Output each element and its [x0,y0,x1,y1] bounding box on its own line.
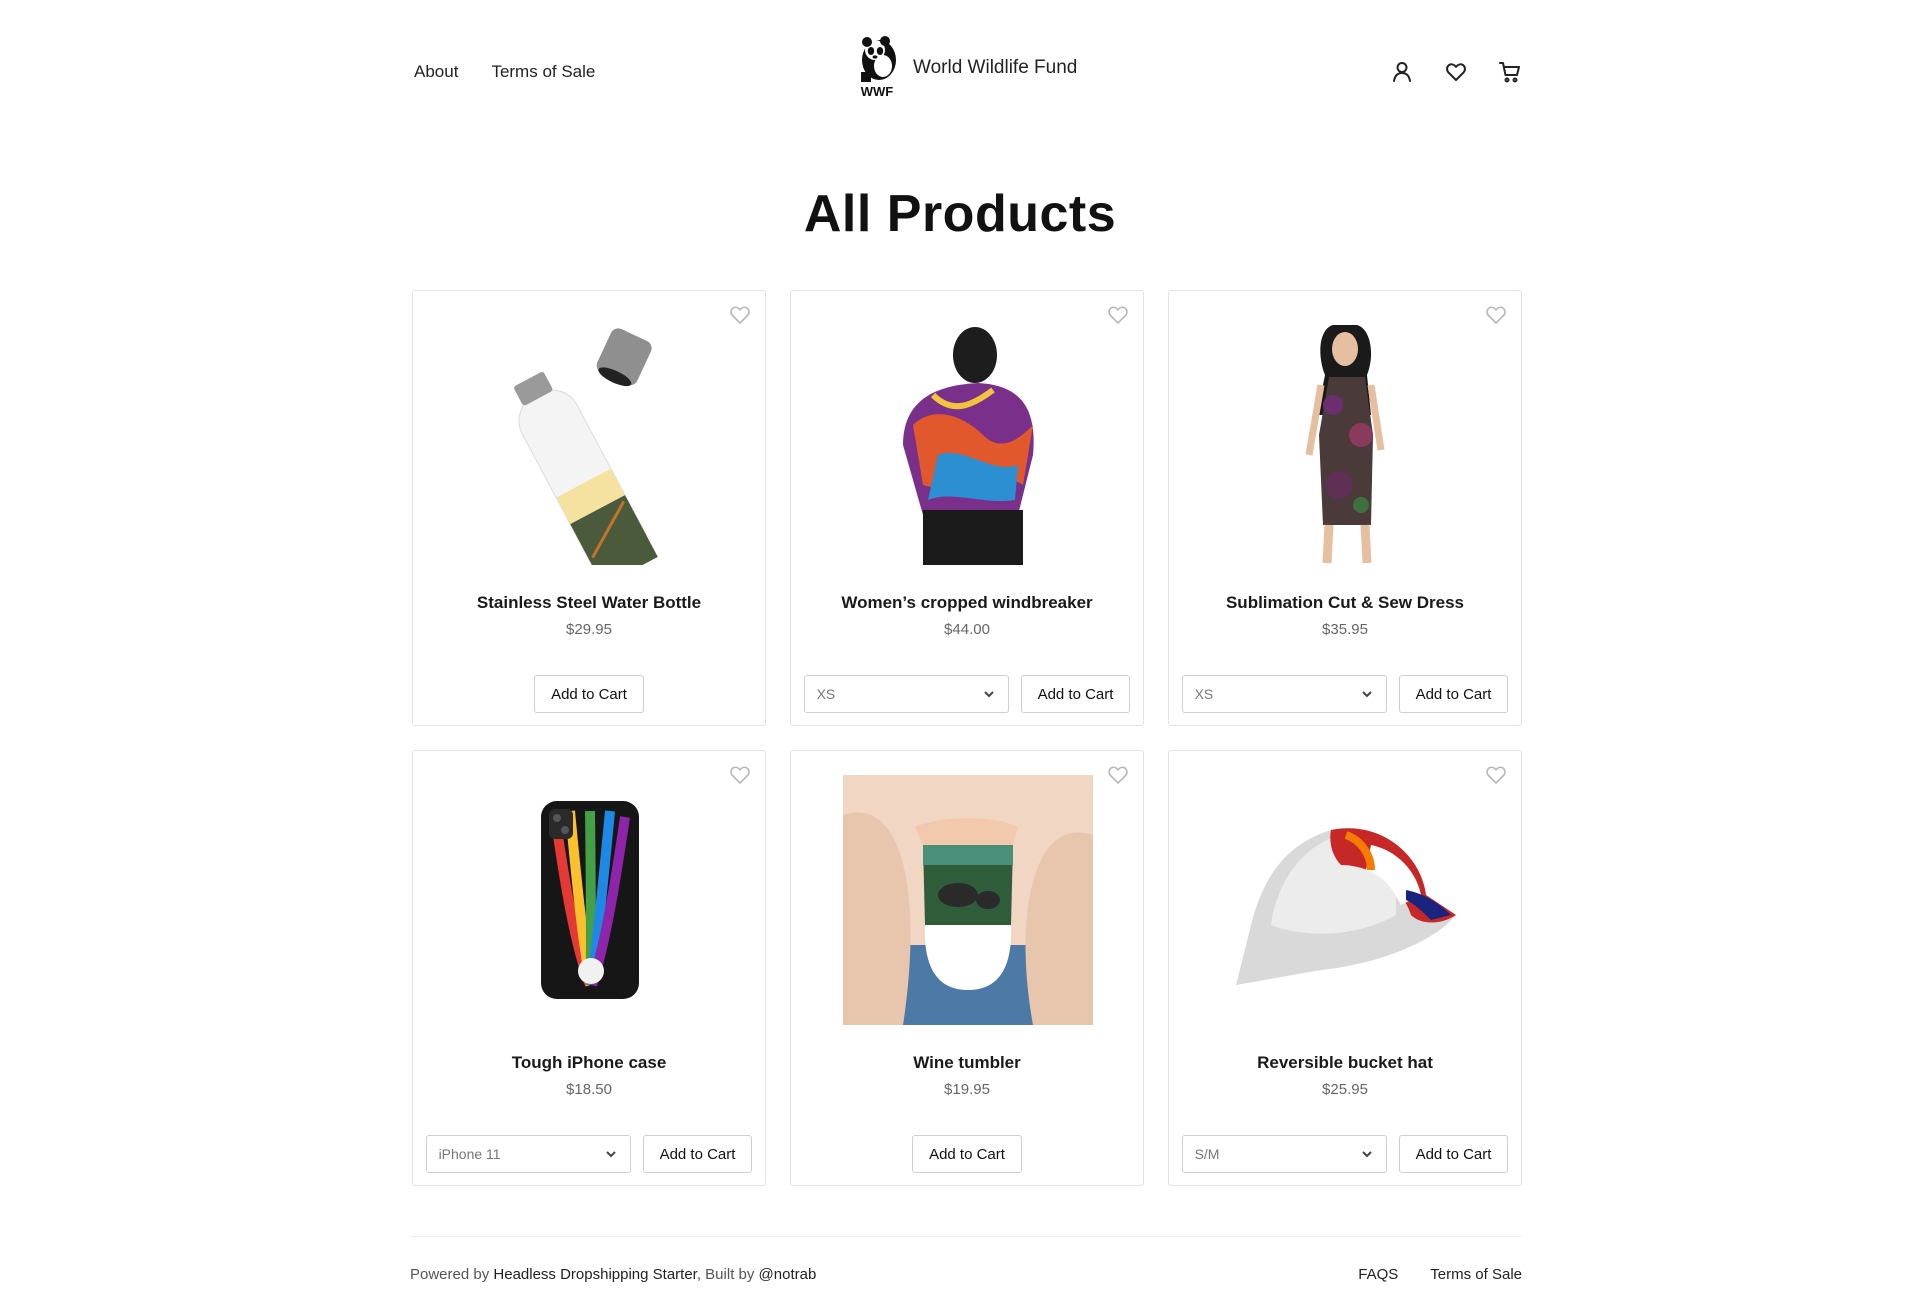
product-actions: Add to Cart [425,675,753,713]
product-name[interactable]: Reversible bucket hat [1169,1053,1521,1073]
product-price: $35.95 [1322,621,1368,638]
wishlist-heart-icon[interactable] [1484,763,1508,787]
user-icon[interactable] [1390,60,1414,84]
size-select-value: S/M [1194,1146,1220,1162]
powered-by-text: Powered by [410,1266,490,1283]
starter-link[interactable]: Headless Dropshipping Starter [493,1266,696,1283]
product-actions: Add to Cart [803,1135,1131,1173]
product-actions: XS Add to Cart [1181,675,1509,713]
heart-icon[interactable] [1444,60,1468,84]
wishlist-heart-icon[interactable] [1106,303,1130,327]
brand[interactable]: WWF World Wildlife Fund [855,36,1077,98]
primary-nav: About Terms of Sale [414,62,595,82]
wishlist-heart-icon[interactable] [1106,763,1130,787]
wishlist-heart-icon[interactable] [728,303,752,327]
built-by-text: , Built by [696,1266,755,1283]
product-name[interactable]: Stainless Steel Water Bottle [413,593,765,613]
add-to-cart-button[interactable]: Add to Cart [1020,675,1131,713]
product-grid: Stainless Steel Water Bottle $29.95 Add … [412,290,1522,1186]
wwf-panda-logo: WWF [861,36,896,98]
product-card: Tough iPhone case $18.50 iPhone 11 Add t… [412,750,766,1186]
product-image[interactable] [1221,775,1471,1025]
chevron-down-icon [983,691,994,698]
product-price: $44.00 [944,621,990,638]
account-nav [1390,60,1522,84]
product-name[interactable]: Women’s cropped windbreaker [791,593,1143,613]
product-card: Reversible bucket hat $25.95 S/M Add to … [1168,750,1522,1186]
footer-terms-link[interactable]: Terms of Sale [1430,1266,1522,1283]
product-card: Sublimation Cut & Sew Dress $35.95 XS Ad… [1168,290,1522,726]
wwf-logo-text: WWF [861,84,894,98]
product-price: $29.95 [566,621,612,638]
page-title: All Products [803,185,1117,243]
chevron-down-icon [1361,691,1372,698]
footer-nav: FAQS Terms of Sale [1358,1266,1522,1283]
product-name[interactable]: Wine tumbler [791,1053,1143,1073]
product-actions: iPhone 11 Add to Cart [425,1135,753,1173]
nav-about-link[interactable]: About [414,62,458,82]
wishlist-heart-icon[interactable] [728,763,752,787]
brand-name: World Wildlife Fund [913,57,1078,78]
product-image[interactable] [843,315,1093,565]
product-image[interactable] [465,775,715,1025]
product-card: Stainless Steel Water Bottle $29.95 Add … [412,290,766,726]
product-name[interactable]: Tough iPhone case [413,1053,765,1073]
add-to-cart-button[interactable]: Add to Cart [1398,675,1509,713]
cart-icon[interactable] [1498,60,1522,84]
author-link[interactable]: @notrab [759,1266,817,1283]
site-header: About Terms of Sale WWF World Wildlife F… [412,0,1522,146]
product-image[interactable] [465,315,715,565]
product-card: Wine tumbler $19.95 Add to Cart [790,750,1144,1186]
size-select[interactable]: S/M [1181,1135,1387,1173]
chevron-down-icon [605,1151,616,1158]
add-to-cart-button[interactable]: Add to Cart [642,1135,753,1173]
model-select-value: iPhone 11 [438,1146,501,1162]
product-price: $25.95 [1322,1081,1368,1098]
model-select[interactable]: iPhone 11 [425,1135,631,1173]
product-image[interactable] [1221,315,1471,565]
size-select[interactable]: XS [1181,675,1387,713]
add-to-cart-button[interactable]: Add to Cart [912,1135,1022,1173]
product-card: Women’s cropped windbreaker $44.00 XS Ad… [790,290,1144,726]
size-select-value: XS [816,686,836,702]
size-select[interactable]: XS [803,675,1009,713]
product-price: $18.50 [566,1081,612,1098]
product-image[interactable] [843,775,1093,1025]
product-actions: XS Add to Cart [803,675,1131,713]
product-price: $19.95 [944,1081,990,1098]
footer-faqs-link[interactable]: FAQS [1358,1266,1398,1283]
nav-terms-link[interactable]: Terms of Sale [491,62,595,82]
product-name[interactable]: Sublimation Cut & Sew Dress [1169,593,1521,613]
footer-credits: Powered by Headless Dropshipping Starter… [410,1266,816,1283]
footer-divider [412,1236,1522,1237]
chevron-down-icon [1361,1151,1372,1158]
add-to-cart-button[interactable]: Add to Cart [1398,1135,1509,1173]
add-to-cart-button[interactable]: Add to Cart [534,675,644,713]
product-actions: S/M Add to Cart [1181,1135,1509,1173]
wishlist-heart-icon[interactable] [1484,303,1508,327]
size-select-value: XS [1194,686,1214,702]
